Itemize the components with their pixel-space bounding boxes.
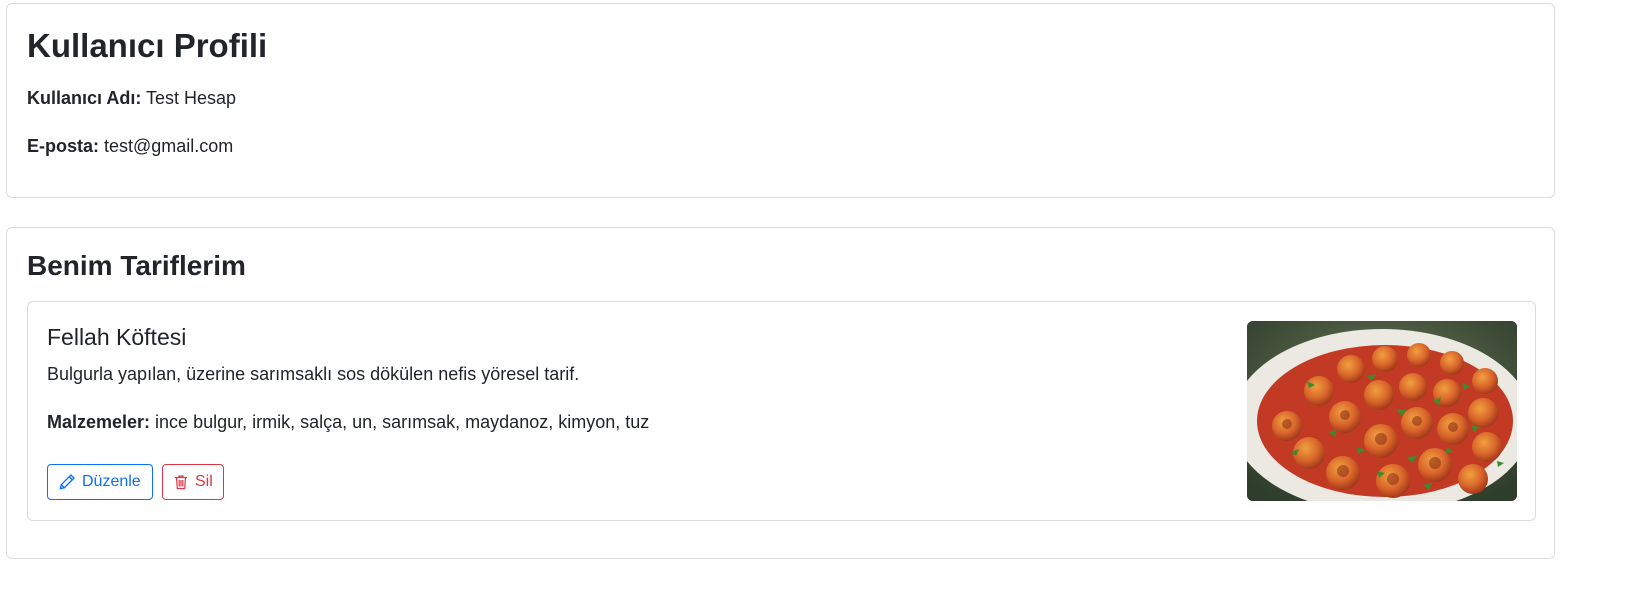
recipe-card: Fellah Köftesi Bulgurla yapılan, üzerine…: [27, 301, 1536, 521]
profile-card: Kullanıcı Profili Kullanıcı Adı: Test He…: [6, 3, 1555, 198]
username-row: Kullanıcı Adı: Test Hesap: [27, 86, 236, 110]
trash-icon: [173, 473, 189, 491]
edit-button[interactable]: Düzenle: [47, 464, 153, 500]
recipe-name: Fellah Köftesi: [47, 324, 187, 350]
recipes-card: Benim Tariflerim Fellah Köftesi Bulgurla…: [6, 227, 1555, 559]
edit-button-label: Düzenle: [82, 473, 141, 490]
ingredients-value: ince bulgur, irmik, salça, un, sarımsak,…: [150, 412, 650, 432]
delete-button[interactable]: Sil: [162, 464, 224, 500]
username-label: Kullanıcı Adı:: [27, 88, 142, 108]
page: Kullanıcı Profili Kullanıcı Adı: Test He…: [0, 0, 1639, 600]
email-label: E-posta:: [27, 136, 99, 156]
profile-title: Kullanıcı Profili: [27, 27, 268, 64]
recipe-description: Bulgurla yapılan, üzerine sarımsaklı sos…: [47, 364, 580, 384]
recipes-title: Benim Tariflerim: [27, 250, 246, 281]
email-value: test@gmail.com: [99, 136, 234, 156]
recipe-ingredients: Malzemeler: ince bulgur, irmik, salça, u…: [47, 410, 649, 434]
email-row: E-posta: test@gmail.com: [27, 134, 233, 158]
username-value: Test Hesap: [141, 88, 237, 108]
ingredients-label: Malzemeler:: [47, 412, 151, 432]
recipe-image: [1247, 321, 1517, 501]
delete-button-label: Sil: [195, 473, 213, 490]
pencil-icon: [58, 473, 76, 491]
